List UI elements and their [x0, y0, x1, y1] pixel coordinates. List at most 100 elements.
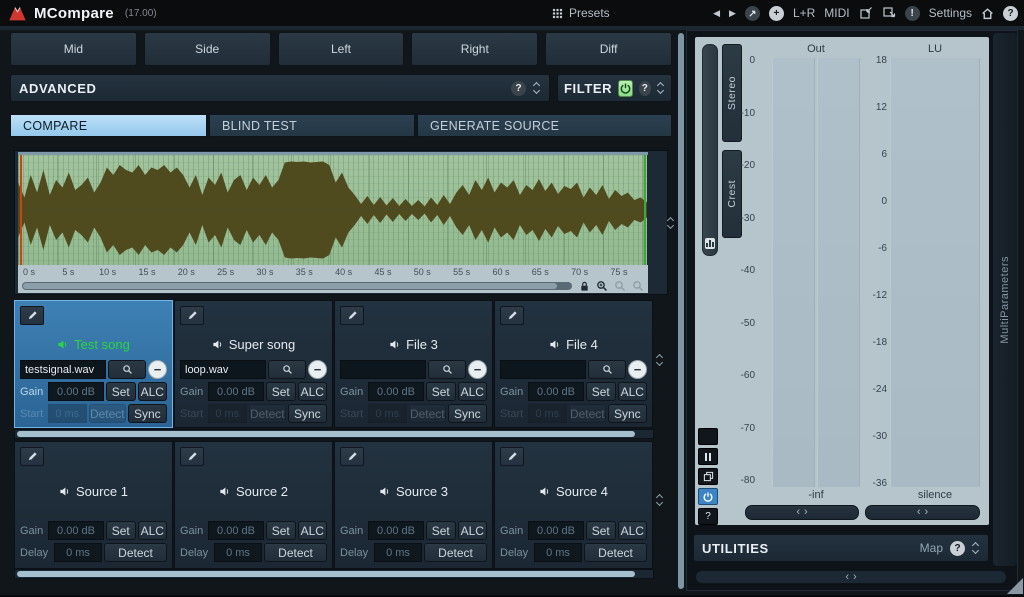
tab-compare[interactable]: COMPARE [10, 114, 207, 137]
source-slots-scroll-icon[interactable] [656, 494, 664, 506]
detect-button[interactable]: Detect [584, 543, 647, 562]
set-button[interactable]: Set [426, 382, 456, 401]
tab-blind-test[interactable]: BLIND TEST [209, 114, 415, 137]
detect-button[interactable]: Detect [88, 404, 126, 423]
set-button[interactable]: Set [106, 521, 136, 540]
file-slot-3[interactable]: File 3 − Gain 0.00 dB Set ALC Start 0 ms… [334, 300, 493, 428]
file-slot-4[interactable]: File 4 − Gain 0.00 dB Set ALC Start 0 ms… [494, 300, 653, 428]
zoom-in-icon[interactable] [596, 280, 608, 292]
file-slot-1[interactable]: Test song testsignal.wav − Gain 0.00 dB … [14, 300, 173, 428]
alc-button[interactable]: ALC [297, 521, 327, 540]
out-meter-range-button[interactable] [745, 505, 859, 520]
alc-button[interactable]: ALC [137, 382, 167, 401]
gain-value[interactable]: 0.00 dB [208, 521, 264, 540]
utilities-collapse-icon[interactable] [972, 542, 980, 554]
file-slot-2[interactable]: Super song loop.wav − Gain 0.00 dB Set A… [174, 300, 333, 428]
edit-icon[interactable] [500, 447, 524, 466]
help-icon[interactable]: ? [1003, 5, 1018, 21]
gain-value[interactable]: 0.00 dB [48, 521, 104, 540]
gain-value[interactable]: 0.00 dB [528, 382, 584, 401]
alc-button[interactable]: ALC [457, 382, 487, 401]
add-icon[interactable]: + [768, 5, 784, 21]
gain-value[interactable]: 0.00 dB [208, 382, 264, 401]
delay-value[interactable]: 0 ms [534, 543, 582, 562]
source-slots-scrollbar-thumb[interactable] [17, 571, 635, 577]
panel-resize-button[interactable] [695, 570, 1007, 584]
detect-button[interactable]: Detect [408, 404, 446, 423]
slot-title[interactable]: Source 3 [340, 478, 487, 504]
main-vertical-scrollbar-thumb[interactable] [678, 33, 684, 589]
set-button[interactable]: Set [106, 382, 136, 401]
start-value[interactable]: 0 ms [47, 404, 87, 423]
browse-button[interactable] [268, 360, 306, 379]
waveform-resize-icon[interactable] [667, 217, 675, 229]
lu-meter-bars[interactable] [890, 58, 980, 487]
edit-icon[interactable] [20, 447, 44, 466]
remove-button[interactable]: − [148, 360, 167, 379]
tab-generate-source[interactable]: GENERATE SOURCE [417, 114, 672, 137]
channel-button-mid[interactable]: Mid [10, 32, 137, 66]
edit-icon[interactable] [180, 306, 204, 325]
randomize-icon[interactable] [744, 5, 760, 21]
delay-value[interactable]: 0 ms [374, 543, 422, 562]
set-button[interactable]: Set [586, 382, 616, 401]
home-icon[interactable] [981, 7, 994, 20]
remove-button[interactable]: − [628, 360, 647, 379]
slot-title[interactable]: File 3 [340, 331, 487, 357]
filter-power-icon[interactable] [618, 79, 633, 97]
detach-window-icon[interactable] [698, 468, 718, 485]
playhead-marker[interactable] [20, 155, 22, 265]
advanced-section-header[interactable]: ADVANCED ? [10, 74, 550, 102]
waveform-display[interactable] [18, 155, 647, 265]
detect-button[interactable]: Detect [568, 404, 606, 423]
utilities-help-icon[interactable]: ? [950, 540, 965, 556]
detect-button[interactable]: Detect [264, 543, 327, 562]
slot-title[interactable]: Source 1 [20, 478, 167, 504]
gain-value[interactable]: 0.00 dB [368, 382, 424, 401]
edit-icon[interactable] [20, 306, 44, 325]
midi-button[interactable]: MIDI [824, 6, 849, 20]
start-value[interactable]: 0 ms [527, 404, 567, 423]
export-settings-icon[interactable] [882, 6, 896, 20]
lu-meter-range-button[interactable] [865, 505, 980, 520]
file-name-field[interactable] [340, 360, 426, 379]
remove-button[interactable]: − [308, 360, 327, 379]
browse-button[interactable] [428, 360, 466, 379]
start-value[interactable]: 0 ms [367, 404, 407, 423]
sync-button[interactable]: Sync [447, 404, 487, 423]
detect-button[interactable]: Detect [248, 404, 286, 423]
sync-button[interactable]: Sync [607, 404, 647, 423]
window-resize-grip[interactable] [1007, 578, 1023, 594]
zoom-fit-icon[interactable] [632, 280, 644, 292]
slot-title[interactable]: Source 2 [180, 478, 327, 504]
advanced-help-icon[interactable]: ? [511, 80, 526, 96]
filter-help-icon[interactable]: ? [638, 80, 651, 96]
alc-button[interactable]: ALC [617, 382, 647, 401]
set-button[interactable]: Set [266, 521, 296, 540]
file-slots-scrollbar-thumb[interactable] [17, 431, 635, 437]
main-vertical-scrollbar[interactable] [678, 33, 684, 589]
alc-button[interactable]: ALC [617, 521, 647, 540]
edit-icon[interactable] [340, 447, 364, 466]
gain-value[interactable]: 0.00 dB [368, 521, 424, 540]
lock-icon[interactable] [579, 281, 590, 292]
source-slot-3[interactable]: Source 3 Gain 0.00 dB Set ALC Delay 0 ms… [334, 441, 493, 569]
delay-value[interactable]: 0 ms [54, 543, 102, 562]
source-slots-scrollbar[interactable] [14, 569, 654, 579]
edit-icon[interactable] [180, 447, 204, 466]
slot-title[interactable]: File 4 [500, 331, 647, 357]
file-slots-scrollbar[interactable] [14, 429, 654, 439]
lr-channel-mode-button[interactable]: L+R [793, 6, 815, 20]
file-name-field[interactable]: loop.wav [180, 360, 266, 379]
sync-button[interactable]: Sync [287, 404, 327, 423]
set-button[interactable]: Set [266, 382, 296, 401]
delay-value[interactable]: 0 ms [214, 543, 262, 562]
utilities-section-header[interactable]: UTILITIES Map ? [693, 534, 989, 562]
slot-title[interactable]: Source 4 [500, 478, 647, 504]
edit-icon[interactable] [500, 306, 524, 325]
meter-power-icon[interactable] [698, 488, 718, 505]
multiparameters-panel-tab[interactable]: MultiParameters [993, 33, 1017, 566]
slot-title[interactable]: Super song [180, 331, 327, 357]
set-button[interactable]: Set [586, 521, 616, 540]
waveform-scrollbar-thumb[interactable] [23, 283, 557, 289]
